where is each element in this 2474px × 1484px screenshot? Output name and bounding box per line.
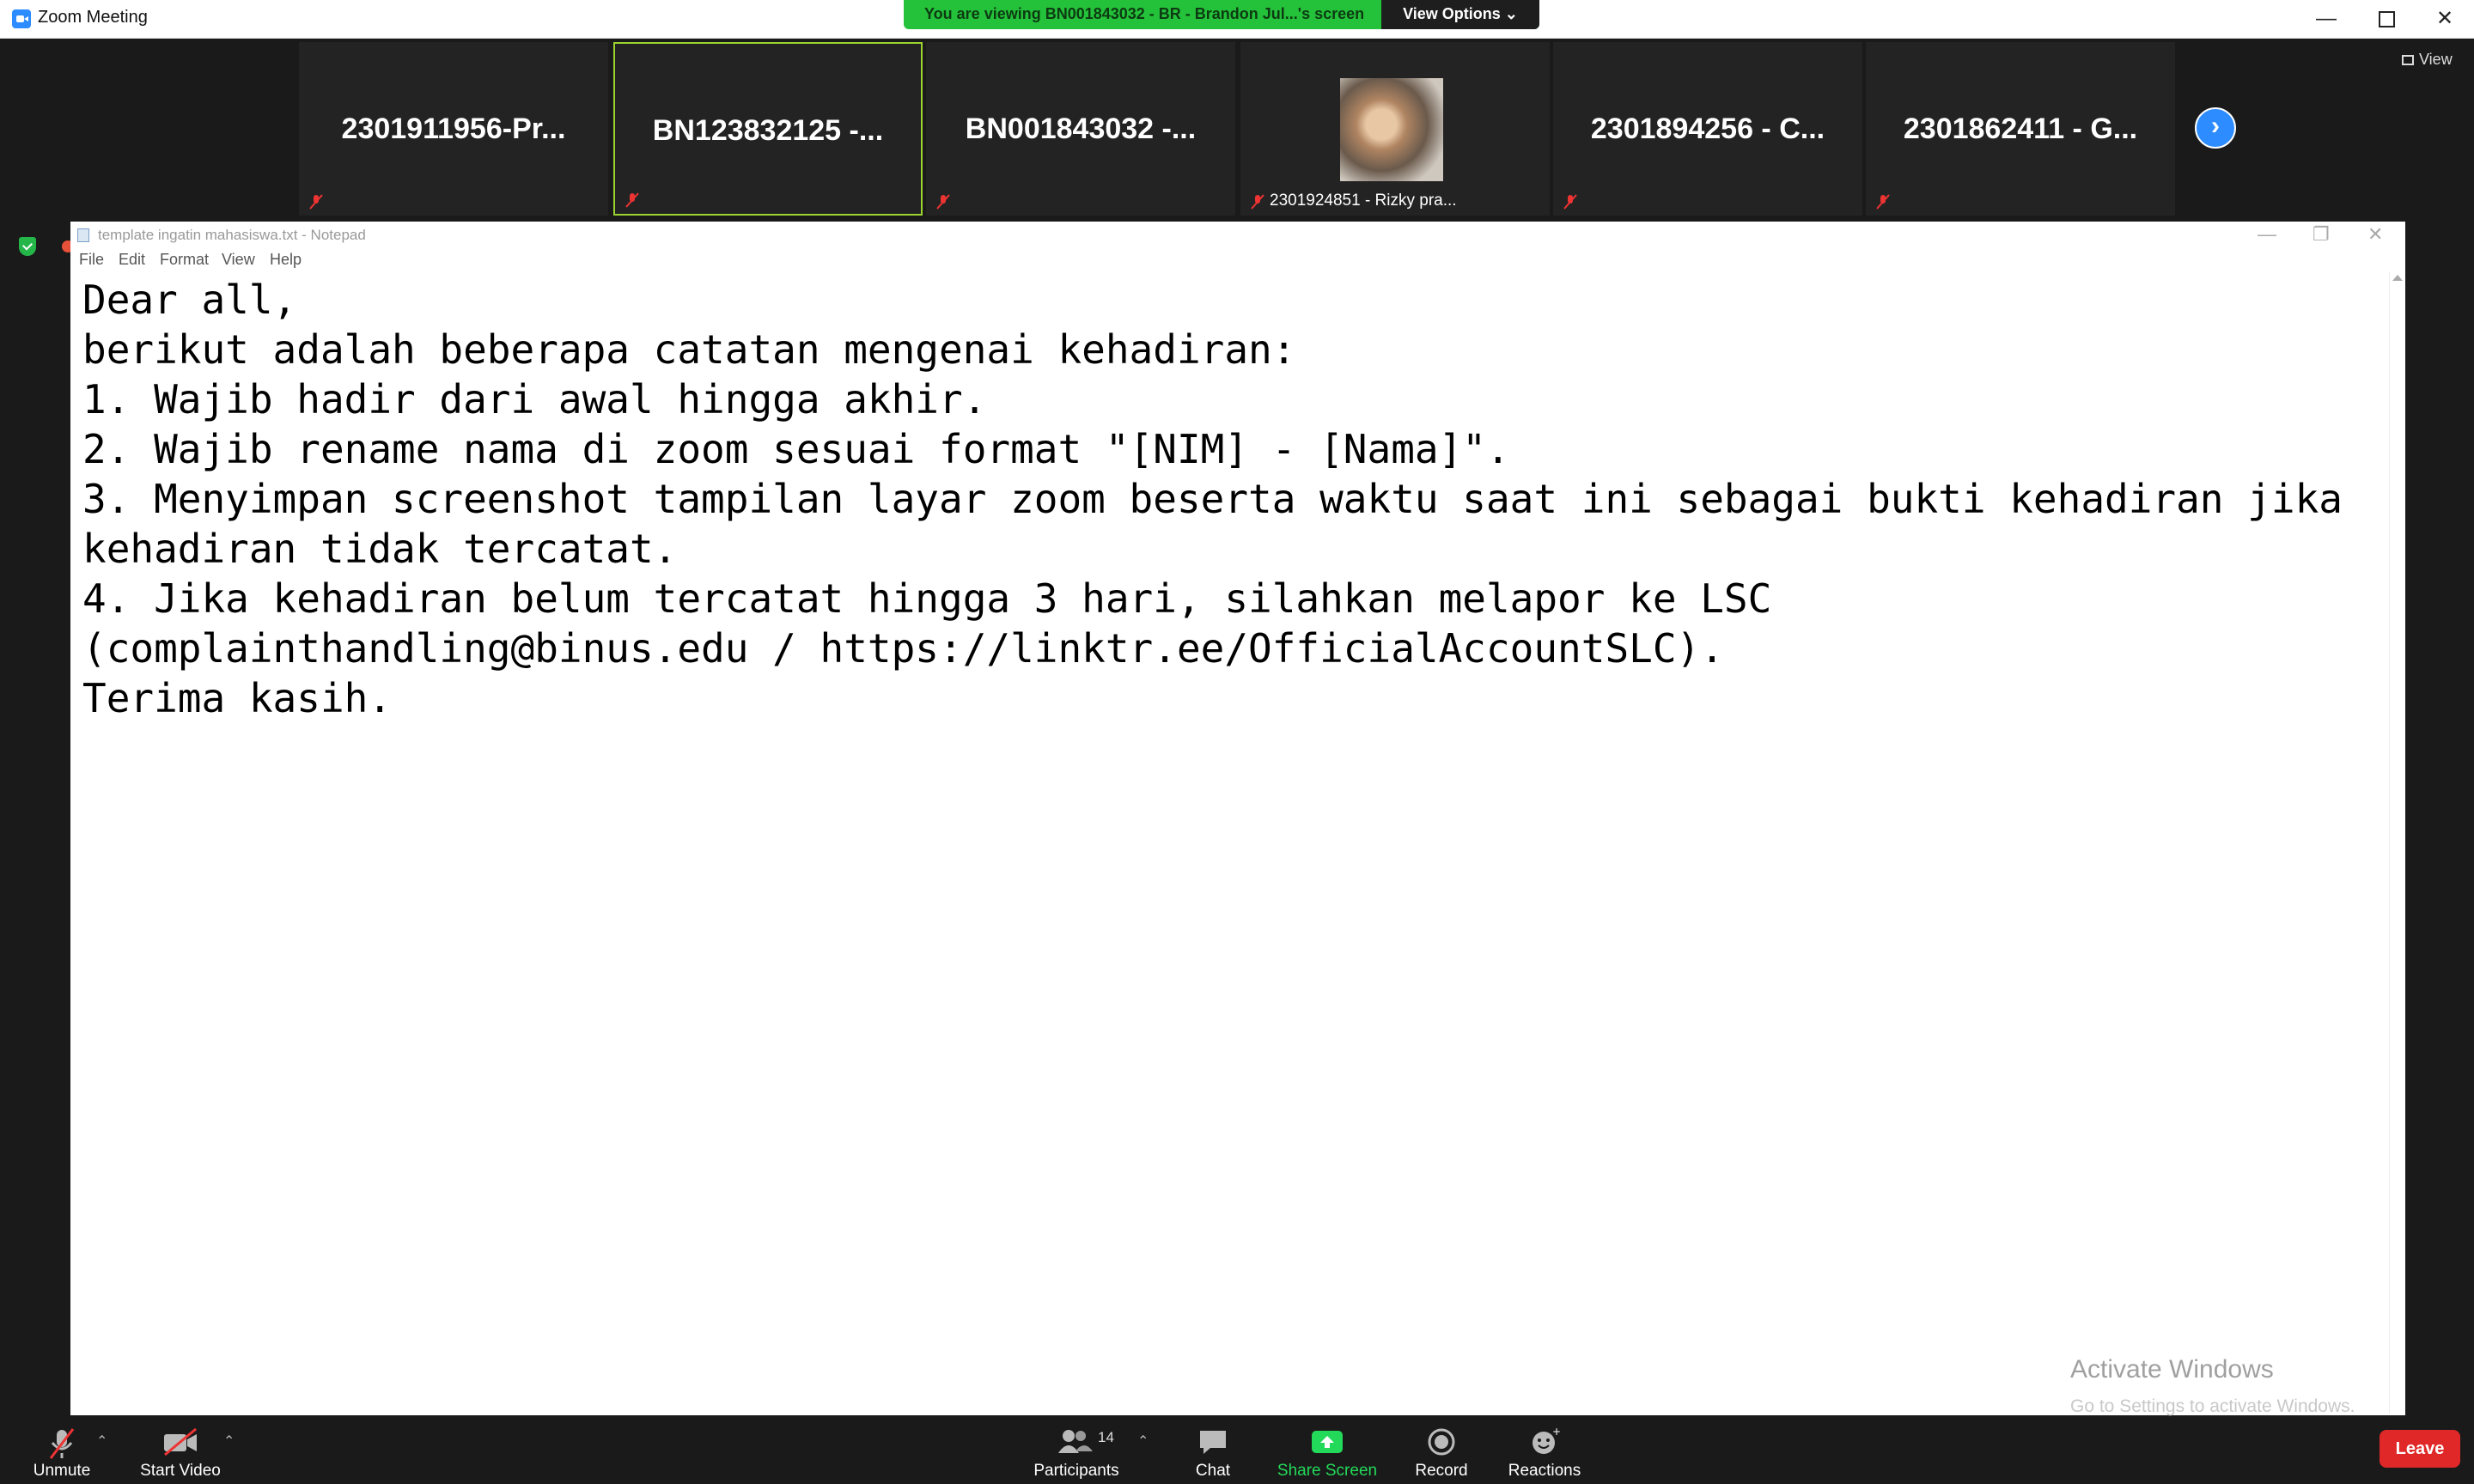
- maximize-icon: [2378, 11, 2395, 28]
- participant-avatar: [1340, 78, 1443, 181]
- next-page-button[interactable]: ›: [2195, 107, 2236, 149]
- participant-caption: 2301924851 - Rizky pra...: [1270, 192, 1457, 210]
- reactions-label: Reactions: [1508, 1462, 1581, 1480]
- unmute-label: Unmute: [33, 1462, 91, 1480]
- leave-meeting-button[interactable]: Leave: [2380, 1430, 2460, 1468]
- encryption-shield-icon[interactable]: [19, 237, 36, 256]
- menu-format: Format: [160, 251, 210, 268]
- notepad-scrollbar: [2389, 271, 2405, 1414]
- notepad-close-icon: ✕: [2367, 223, 2384, 245]
- close-button[interactable]: ✕: [2421, 3, 2469, 34]
- muted-mic-icon: [1876, 194, 1890, 210]
- record-label: Record: [1415, 1462, 1468, 1480]
- muted-mic-icon: [309, 194, 323, 210]
- participant-tile[interactable]: 2301862411 - G...: [1866, 42, 2175, 216]
- notepad-text-content: Dear all, berikut adalah beberapa catata…: [82, 277, 2343, 721]
- viewing-banner: You are viewing BN001843032 - BR - Brand…: [904, 0, 1539, 29]
- participant-name: BN123832125 -...: [652, 114, 884, 147]
- video-options-caret[interactable]: ⌃: [223, 1432, 235, 1450]
- muted-mic-icon: [625, 192, 639, 208]
- view-layout-button[interactable]: View: [2402, 51, 2453, 69]
- video-off-icon: [164, 1427, 197, 1457]
- participant-thumbnail-strip: 2301911956-Pr... BN123832125 -... BN0018…: [0, 39, 2474, 219]
- participant-tile[interactable]: 2301894256 - C...: [1553, 42, 1862, 216]
- grid-icon: [2402, 55, 2414, 65]
- participant-name: 2301911956-Pr...: [341, 113, 566, 145]
- activate-windows-subtitle: Go to Settings to activate Windows.: [2070, 1396, 2355, 1416]
- start-video-label: Start Video: [140, 1462, 221, 1480]
- notepad-title: template ingatin mahasiswa.txt - Notepad: [98, 227, 366, 243]
- participant-tile[interactable]: BN001843032 -...: [926, 42, 1235, 216]
- participants-label: Participants: [1033, 1462, 1119, 1480]
- menu-help: Help: [270, 251, 302, 268]
- window-title: Zoom Meeting: [38, 8, 148, 27]
- view-label: View: [2419, 51, 2453, 68]
- participants-count: 14: [1098, 1429, 1114, 1445]
- notepad-title-bar: template ingatin mahasiswa.txt - Notepad…: [70, 222, 2405, 247]
- notepad-minimize-icon: —: [2258, 223, 2276, 245]
- participant-tile-active-speaker[interactable]: BN123832125 -...: [613, 42, 923, 216]
- menu-file: File: [79, 251, 105, 268]
- notepad-menu-bar: File Edit Format View Help: [70, 247, 2405, 271]
- participants-options-caret[interactable]: ⌃: [1137, 1432, 1149, 1450]
- notepad-document-icon: [77, 228, 89, 242]
- muted-mic-icon: [1251, 194, 1264, 210]
- zoom-app-icon: [12, 9, 31, 28]
- participants-icon: [1058, 1430, 1093, 1453]
- chat-label: Chat: [1195, 1462, 1231, 1480]
- svg-text:+: +: [1552, 1427, 1560, 1438]
- record-icon: [1428, 1428, 1455, 1456]
- activate-windows-title: Activate Windows: [2070, 1355, 2274, 1384]
- minimize-button[interactable]: —: [2302, 3, 2350, 34]
- share-screen-label: Share Screen: [1277, 1462, 1378, 1480]
- participant-name: 2301894256 - C...: [1590, 113, 1825, 145]
- participant-tile-with-picture[interactable]: 2301924851 - Rizky pra...: [1240, 42, 1550, 216]
- meeting-toolbar: Unmute ⌃ Start Video ⌃ 14 Participants ⌃…: [0, 1417, 2474, 1484]
- participant-name: BN001843032 -...: [965, 113, 1197, 145]
- notepad-window: template ingatin mahasiswa.txt - Notepad…: [70, 222, 2405, 1416]
- reactions-emoji-icon: +: [1533, 1427, 1560, 1454]
- audio-options-caret[interactable]: ⌃: [96, 1432, 107, 1450]
- participant-tile[interactable]: 2301911956-Pr...: [299, 42, 608, 216]
- maximize-button[interactable]: [2362, 3, 2410, 34]
- viewing-banner-text: You are viewing BN001843032 - BR - Brand…: [924, 5, 1365, 22]
- notepad-restore-icon: ❐: [2313, 223, 2330, 245]
- muted-mic-icon: [1563, 194, 1577, 210]
- chat-icon: [1200, 1431, 1226, 1454]
- share-screen-icon: [1312, 1431, 1343, 1453]
- muted-microphone-icon: [49, 1428, 75, 1459]
- scroll-up-arrow-icon: [2392, 275, 2403, 281]
- view-options-button[interactable]: View Options ⌄: [1381, 0, 1539, 29]
- participant-name: 2301862411 - G...: [1903, 113, 2138, 145]
- muted-mic-icon: [936, 194, 950, 210]
- menu-edit: Edit: [119, 251, 146, 268]
- shared-screen-area: template ingatin mahasiswa.txt - Notepad…: [0, 220, 2474, 1417]
- menu-view: View: [222, 251, 255, 268]
